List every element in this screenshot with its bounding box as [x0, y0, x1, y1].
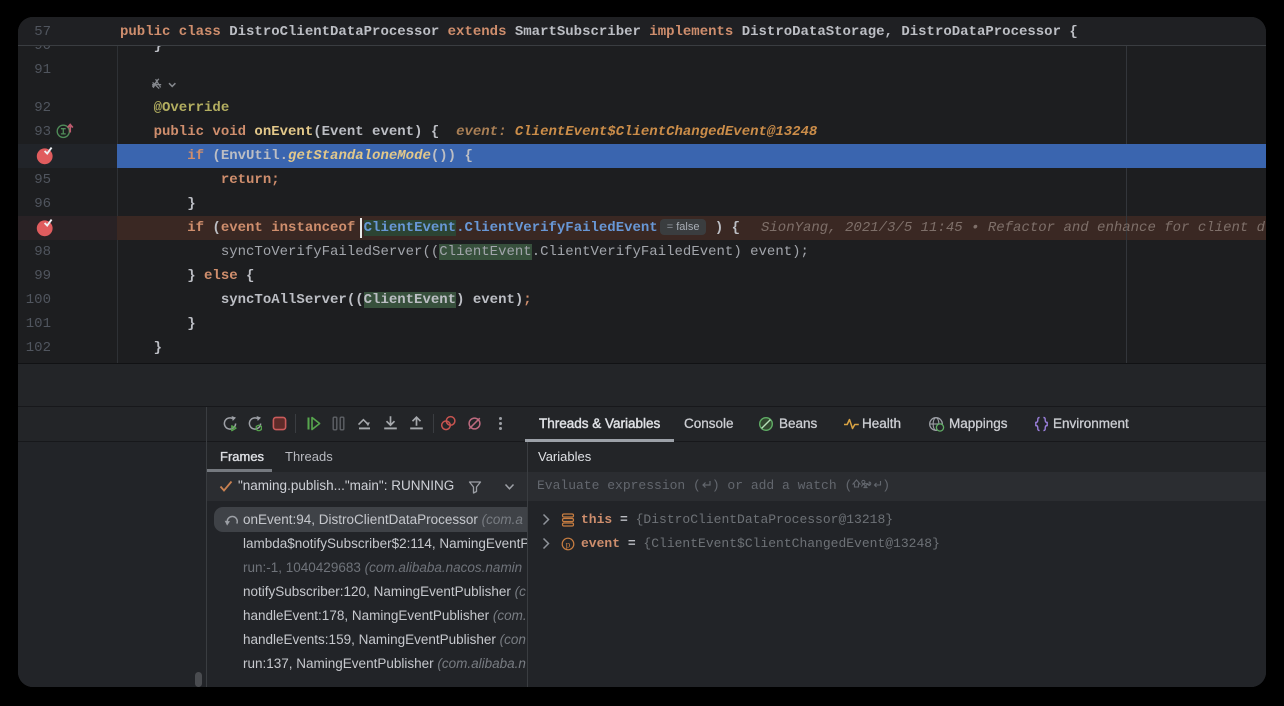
svg-text:p: p	[566, 540, 571, 550]
